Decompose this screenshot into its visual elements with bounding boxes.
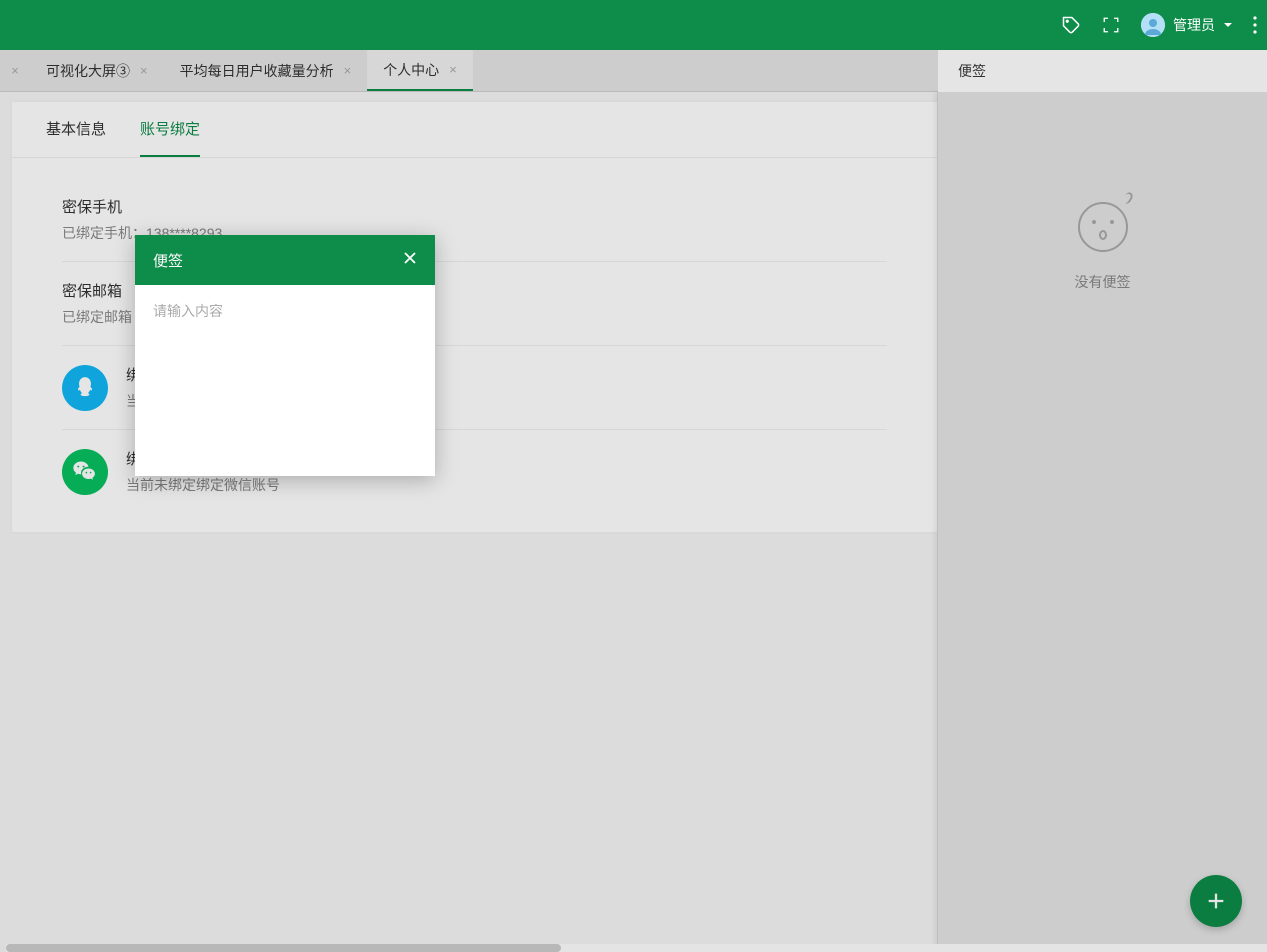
more-menu-icon[interactable] (1253, 16, 1257, 34)
horizontal-scrollbar[interactable] (6, 944, 1267, 952)
fullscreen-icon[interactable] (1101, 15, 1121, 35)
overlay-mask[interactable] (0, 50, 1267, 952)
user-label: 管理员 (1173, 15, 1215, 35)
chevron-down-icon (1223, 20, 1233, 30)
app-header: 管理员 (0, 0, 1267, 50)
tag-icon[interactable] (1061, 15, 1081, 35)
user-menu[interactable]: 管理员 (1141, 13, 1233, 37)
close-icon[interactable] (403, 251, 417, 270)
note-content-input[interactable] (153, 301, 417, 391)
notes-side-title: 便签 (938, 50, 1267, 92)
note-dialog-title: 便签 (153, 250, 183, 271)
avatar (1141, 13, 1165, 37)
note-dialog: 便签 (135, 235, 435, 476)
